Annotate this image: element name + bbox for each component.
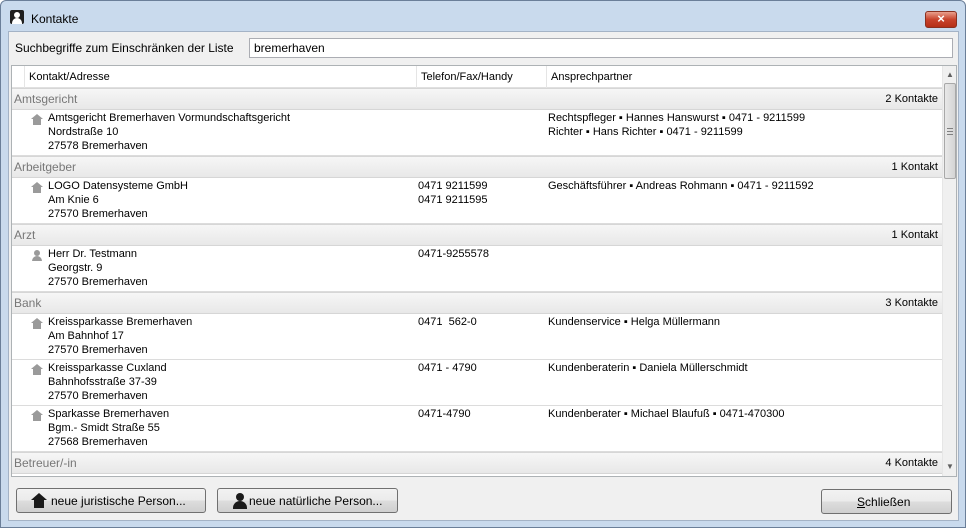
group-name: Betreuer/-in xyxy=(14,456,77,470)
contact-person: Kundenservice ▪ Helga Müllermann xyxy=(548,316,721,328)
group-header-betreuer[interactable]: Betreuer/-in 4 Kontakte xyxy=(12,452,942,474)
contact-street: Bahnhofsstraße 37-39 xyxy=(48,376,157,388)
group-name: Bank xyxy=(14,296,42,310)
contact-street: Georgstr. 9 xyxy=(48,262,103,274)
contact-city: 27570 Bremerhaven xyxy=(48,390,148,402)
contact-city: 27578 Bremerhaven xyxy=(48,140,148,152)
contact-street: Am Knie 6 xyxy=(48,194,99,206)
group-header-arzt[interactable]: Arzt 1 Kontakt xyxy=(12,224,942,246)
close-window-button[interactable]: × xyxy=(925,11,957,28)
scroll-thumb[interactable] xyxy=(944,83,956,179)
contact-phone: 0471 9211595 xyxy=(418,194,488,206)
list-item[interactable]: Kreissparkasse Bremerhaven Am Bahnhof 17… xyxy=(12,314,942,360)
list-item[interactable]: LOGO Datensysteme GmbH Am Knie 6 27570 B… xyxy=(12,178,942,224)
contact-phone: 0471 - 4790 xyxy=(418,362,477,374)
contact-person: Richter ▪ Hans Richter ▪ 0471 - 9211599 xyxy=(548,126,743,138)
new-natural-person-label: neue natürliche Person... xyxy=(249,494,383,508)
group-count: 2 Kontakte xyxy=(885,93,938,105)
contacts-window: Kontakte × Suchbegriffe zum Einschränken… xyxy=(0,0,966,528)
group-count: 4 Kontakte xyxy=(885,457,938,469)
group-count: 1 Kontakt xyxy=(891,229,938,241)
contact-name: Kreissparkasse Bremerhaven xyxy=(48,316,193,328)
contact-name: Herr Dr. Testmann xyxy=(48,248,138,260)
column-header-phone[interactable]: Telefon/Fax/Handy xyxy=(416,66,546,88)
group-count: 1 Kontakt xyxy=(891,161,938,173)
search-label: Suchbegriffe zum Einschränken der Liste xyxy=(15,41,234,55)
window-title: Kontakte xyxy=(31,12,79,26)
close-button[interactable]: Schließen xyxy=(821,489,952,514)
close-button-accesskey: S xyxy=(857,495,866,509)
column-header-contact-address[interactable]: Kontakt/Adresse xyxy=(24,66,420,88)
contact-city: 27570 Bremerhaven xyxy=(48,208,148,220)
house-icon xyxy=(31,318,43,329)
house-icon xyxy=(31,493,47,509)
list-item[interactable]: Herr Dr. Testmann Georgstr. 9 27570 Brem… xyxy=(12,246,942,292)
close-button-label-rest: chließen xyxy=(865,495,911,509)
contact-person: Rechtspfleger ▪ Hannes Hanswurst ▪ 0471 … xyxy=(548,112,806,124)
contact-phone: 0471 562-0 xyxy=(418,316,477,328)
search-input[interactable] xyxy=(249,38,953,58)
column-header-contact-person[interactable]: Ansprechpartner xyxy=(546,66,942,88)
contacts-app-icon xyxy=(10,10,24,24)
contacts-list: Kontakt/Adresse Telefon/Fax/Handy Anspre… xyxy=(11,65,957,477)
house-icon xyxy=(31,364,43,375)
group-header-arbeitgeber[interactable]: Arbeitgeber 1 Kontakt xyxy=(12,156,942,178)
new-legal-person-label: neue juristische Person... xyxy=(51,494,186,508)
contact-city: 27570 Bremerhaven xyxy=(48,344,148,356)
contact-name: Amtsgericht Bremerhaven Vormundschaftsge… xyxy=(48,112,291,124)
list-item[interactable]: Kreissparkasse Cuxland Bahnhofsstraße 37… xyxy=(12,360,942,406)
group-name: Arzt xyxy=(14,228,36,242)
house-icon xyxy=(31,182,43,193)
contact-phone: 0471 9211599 xyxy=(418,180,488,192)
list-item[interactable]: Amtsgericht Bremerhaven Vormundschaftsge… xyxy=(12,110,942,156)
contact-person: Kundenberater ▪ Michael Blaufuß ▪ 0471-4… xyxy=(548,408,785,420)
scroll-up-icon[interactable]: ▲ xyxy=(943,68,956,82)
person-icon xyxy=(31,250,43,261)
contact-street: Am Bahnhof 17 xyxy=(48,330,124,342)
group-count: 3 Kontakte xyxy=(885,297,938,309)
person-icon xyxy=(232,493,248,509)
contact-city: 27568 Bremerhaven xyxy=(48,436,148,448)
contact-phone: 0471-9255578 xyxy=(418,248,489,260)
house-icon xyxy=(31,114,43,125)
close-icon: × xyxy=(937,11,945,26)
dialog-body: Suchbegriffe zum Einschränken der Liste … xyxy=(8,31,959,521)
group-name: Arbeitgeber xyxy=(14,160,77,174)
contact-name: Sparkasse Bremerhaven xyxy=(48,408,170,420)
house-icon xyxy=(31,410,43,421)
contact-street: Nordstraße 10 xyxy=(48,126,119,138)
scroll-down-icon[interactable]: ▼ xyxy=(943,460,956,474)
group-header-amtsgericht[interactable]: Amtsgericht 2 Kontakte xyxy=(12,88,942,110)
title-bar[interactable]: Kontakte × xyxy=(1,1,965,31)
close-button-label: Schließen xyxy=(857,495,910,509)
contact-phone: 0471-4790 xyxy=(418,408,471,420)
contact-street: Bgm.- Smidt Straße 55 xyxy=(48,422,160,434)
contact-city: 27570 Bremerhaven xyxy=(48,276,148,288)
contact-name: Kreissparkasse Cuxland xyxy=(48,362,167,374)
new-legal-person-button[interactable]: neue juristische Person... xyxy=(16,488,206,513)
group-name: Amtsgericht xyxy=(14,92,78,106)
list-item[interactable]: Sparkasse Bremerhaven Bgm.- Smidt Straße… xyxy=(12,406,942,452)
contact-person: Geschäftsführer ▪ Andreas Rohmann ▪ 0471… xyxy=(548,180,814,192)
vertical-scrollbar[interactable]: ▲ ▼ xyxy=(942,66,956,476)
contact-person: Kundenberaterin ▪ Daniela Müllerschmidt xyxy=(548,362,748,374)
grip-icon xyxy=(947,128,953,135)
column-header-row: Kontakt/Adresse Telefon/Fax/Handy Anspre… xyxy=(12,66,942,88)
group-header-bank[interactable]: Bank 3 Kontakte xyxy=(12,292,942,314)
list-rows: Amtsgericht 2 Kontakte Amtsgericht Breme… xyxy=(12,88,942,476)
new-natural-person-button[interactable]: neue natürliche Person... xyxy=(217,488,398,513)
contact-name: LOGO Datensysteme GmbH xyxy=(48,180,188,192)
